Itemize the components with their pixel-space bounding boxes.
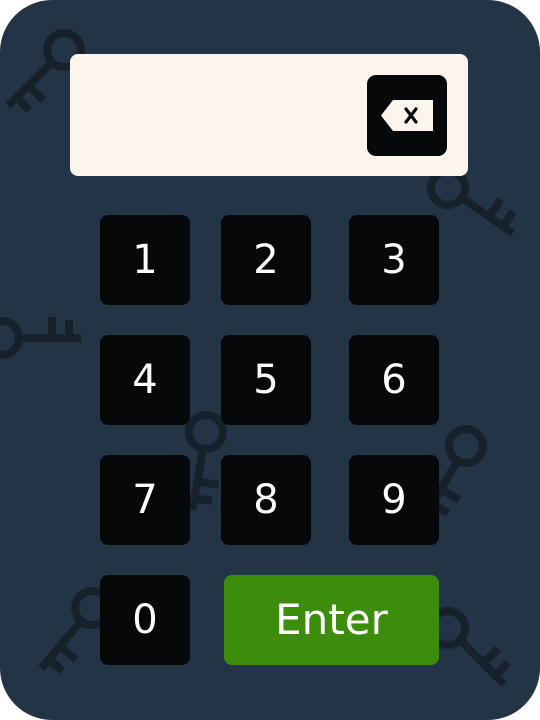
key-0[interactable]: 0 [100,575,190,665]
key-5[interactable]: 5 [221,335,311,425]
key-7[interactable]: 7 [100,455,190,545]
key-1[interactable]: 1 [100,215,190,305]
key-4[interactable]: 4 [100,335,190,425]
key-3[interactable]: 3 [349,215,439,305]
key-2[interactable]: 2 [221,215,311,305]
backspace-icon [381,100,433,131]
pin-display [70,54,468,176]
key-6[interactable]: 6 [349,335,439,425]
keypad-device: 1 2 3 4 5 6 7 8 9 0 Enter [0,0,540,720]
key-8[interactable]: 8 [221,455,311,545]
backspace-button[interactable] [367,75,447,156]
key-9[interactable]: 9 [349,455,439,545]
enter-button[interactable]: Enter [224,575,439,665]
decor-key-icon [0,321,77,355]
